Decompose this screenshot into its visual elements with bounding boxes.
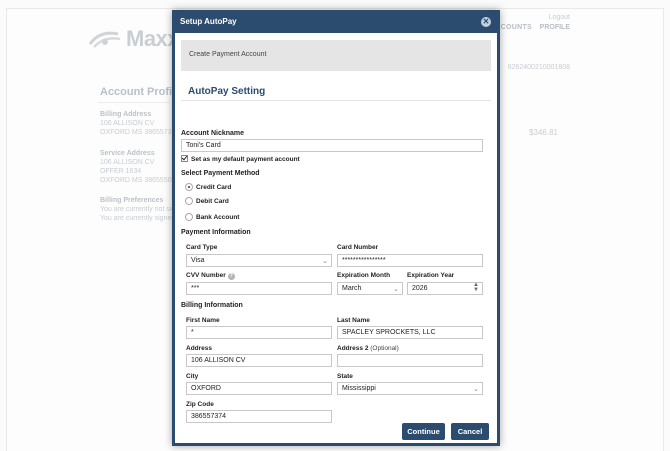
service-address-block: Service Address 106 ALLISON CV OFFER 163… xyxy=(100,149,175,185)
default-account-label: Set as my default payment account xyxy=(191,156,300,163)
brand-logo: Maxx xyxy=(88,26,180,52)
continue-button[interactable]: Continue xyxy=(402,423,445,440)
chevron-down-icon: ⌄ xyxy=(473,386,479,393)
billing-address-line1: 106 ALLISON CV xyxy=(100,120,155,127)
expiration-month-value: March xyxy=(342,285,362,292)
account-nickname-input[interactable]: Toni's Card xyxy=(181,139,483,152)
optional-tag: (Optional) xyxy=(370,345,399,352)
radio-bank-account[interactable]: Bank Account xyxy=(185,213,239,221)
create-payment-account-banner[interactable]: Create Payment Account xyxy=(181,40,491,71)
expiration-month-label: Expiration Month xyxy=(337,272,391,279)
cancel-button[interactable]: Cancel xyxy=(451,423,489,440)
billing-preferences-block: Billing Preferences You are currently no… xyxy=(100,196,175,223)
billing-address-block: Billing Address 106 ALLISON CV OXFORD MS… xyxy=(100,110,175,137)
service-address-line1: 106 ALLISON CV xyxy=(100,159,155,166)
default-account-checkbox-row[interactable]: Set as my default payment account xyxy=(181,155,300,163)
help-icon[interactable]: ? xyxy=(227,273,235,280)
stepper-arrows-icon[interactable]: ▲ ▼ xyxy=(473,282,479,293)
city-label: City xyxy=(186,373,199,380)
billing-address-title: Billing Address xyxy=(100,111,152,118)
section-divider xyxy=(181,100,491,101)
state-select[interactable]: Mississippi ⌄ xyxy=(337,382,483,395)
billing-information-heading: Billing Information xyxy=(181,302,243,309)
billing-preferences-title: Billing Preferences xyxy=(100,197,164,204)
default-account-checkbox[interactable] xyxy=(181,155,188,162)
chevron-down-icon: ⌄ xyxy=(393,286,399,293)
card-number-input[interactable]: **************** xyxy=(337,254,483,267)
address2-input[interactable] xyxy=(337,354,483,367)
address-input[interactable]: 106 ALLISON CV xyxy=(186,354,332,367)
setup-autopay-modal: Setup AutoPay ✕ Create Payment Account A… xyxy=(172,10,500,446)
credit-card-label: Credit Card xyxy=(196,183,232,191)
bank-account-label: Bank Account xyxy=(196,213,240,221)
state-value: Mississippi xyxy=(342,385,376,392)
last-name-label: Last Name xyxy=(337,317,370,324)
modal-title: Setup AutoPay xyxy=(180,17,237,26)
modal-header: Setup AutoPay ✕ xyxy=(175,13,497,33)
cvv-input[interactable]: *** xyxy=(186,282,332,295)
zip-code-label: Zip Code xyxy=(186,401,214,408)
card-type-select[interactable]: Visa ⌄ xyxy=(186,254,332,267)
logout-link[interactable]: Logout xyxy=(549,14,570,21)
account-profile-heading: Account Profile xyxy=(100,86,182,98)
address2-label-row: Address 2 (Optional) xyxy=(337,345,399,352)
billing-preferences-line2: You are currently signed xyxy=(100,215,176,222)
close-icon[interactable]: ✕ xyxy=(481,17,491,27)
account-number: 8262400210001808 xyxy=(507,64,570,71)
expiration-year-label: Expiration Year xyxy=(407,272,455,279)
address2-label: Address 2 xyxy=(337,345,369,352)
radio-button[interactable] xyxy=(185,197,193,205)
zip-code-input[interactable]: 386557374 xyxy=(186,410,332,423)
radio-credit-card[interactable]: Credit Card xyxy=(185,183,231,191)
expiration-year-stepper[interactable]: 2026 ▲ ▼ xyxy=(407,282,483,295)
heading-divider xyxy=(98,102,170,103)
service-address-title: Service Address xyxy=(100,150,155,157)
payment-method-label: Select Payment Method xyxy=(181,170,260,177)
nav-profile[interactable]: PROFILE xyxy=(540,24,570,31)
billing-address-line2: OXFORD MS 38655737 xyxy=(100,129,176,136)
service-address-line3: OXFORD MS 38655505 xyxy=(100,177,176,184)
first-name-input[interactable]: * xyxy=(186,326,332,339)
card-type-value: Visa xyxy=(191,257,205,264)
radio-button-selected[interactable] xyxy=(185,183,193,191)
address-label: Address xyxy=(186,345,213,352)
expiration-month-select[interactable]: March ⌄ xyxy=(337,282,403,295)
card-number-label: Card Number xyxy=(337,244,379,251)
radio-button[interactable] xyxy=(185,213,193,221)
chevron-down-icon: ⌄ xyxy=(322,258,328,265)
cvv-label-row: CVV Number? xyxy=(186,272,235,280)
cvv-label: CVV Number xyxy=(186,272,226,279)
account-nickname-label: Account Nickname xyxy=(181,130,245,137)
service-address-line2: OFFER 1634 xyxy=(100,168,142,175)
card-type-label: Card Type xyxy=(186,244,218,251)
autopay-setting-title: AutoPay Setting xyxy=(188,86,266,97)
last-name-input[interactable]: SPACLEY SPROCKETS, LLC xyxy=(337,326,483,339)
first-name-label: First Name xyxy=(186,317,220,324)
balance-amount: $346.81 xyxy=(529,128,558,137)
state-label: State xyxy=(337,373,353,380)
city-input[interactable]: OXFORD xyxy=(186,382,332,395)
payment-information-heading: Payment Information xyxy=(181,229,251,236)
logo-swoosh-icon xyxy=(88,31,121,48)
billing-preferences-line1: You are currently not sig xyxy=(100,206,176,213)
debit-card-label: Debit Card xyxy=(196,197,229,205)
expiration-year-value: 2026 xyxy=(412,285,428,292)
modal-body: Create Payment Account AutoPay Setting A… xyxy=(175,33,497,443)
radio-debit-card[interactable]: Debit Card xyxy=(185,197,229,205)
